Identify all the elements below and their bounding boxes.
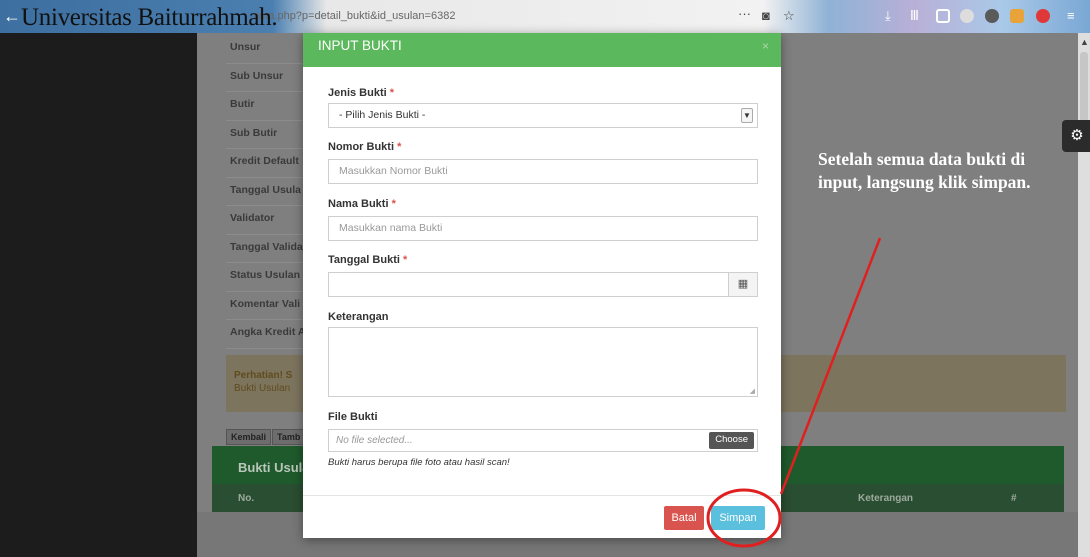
tanggal-bukti-label: Tanggal Bukti * bbox=[328, 254, 407, 266]
file-bukti-input[interactable]: No file selected... Choose bbox=[328, 429, 758, 452]
resize-handle-icon[interactable]: ◢ bbox=[750, 387, 755, 395]
info-label: Validator bbox=[226, 206, 306, 235]
bookmark-star-icon[interactable]: ☆ bbox=[783, 8, 795, 23]
nama-bukti-label: Nama Bukti * bbox=[328, 198, 396, 210]
modal-title: INPUT BUKTI bbox=[318, 38, 402, 53]
choose-file-button[interactable]: Choose bbox=[709, 432, 754, 449]
instruction-note: Setelah semua data bukti di input, langs… bbox=[818, 149, 1031, 192]
pocket-icon[interactable]: ◙ bbox=[762, 8, 770, 23]
simpan-button[interactable]: Simpan bbox=[711, 506, 765, 530]
file-placeholder: No file selected... bbox=[336, 435, 413, 446]
batal-button[interactable]: Batal bbox=[664, 506, 704, 530]
download-icon[interactable]: ⤓ bbox=[885, 8, 891, 23]
back-arrow-icon[interactable]: ← bbox=[3, 7, 21, 25]
label-text: Nama Bukti bbox=[328, 198, 389, 210]
overlay-title: Universitas Baiturrahmah. bbox=[21, 4, 278, 31]
calendar-icon[interactable]: ▦ bbox=[728, 273, 757, 296]
table-title: Bukti Usula bbox=[238, 460, 310, 475]
select-value: - Pilih Jenis Bukti - bbox=[339, 109, 426, 121]
nama-bukti-input[interactable]: Masukkan nama Bukti bbox=[328, 216, 758, 241]
extension-icon[interactable] bbox=[985, 9, 999, 23]
column-actions: # bbox=[1011, 493, 1017, 504]
info-label: Sub Butir bbox=[226, 121, 306, 149]
label-text: Tanggal Bukti bbox=[328, 254, 400, 266]
chevron-down-icon: ▼ bbox=[741, 108, 753, 123]
menu-icon[interactable]: ≡ bbox=[1067, 8, 1075, 23]
page-actions-icon[interactable]: ··· bbox=[738, 6, 751, 21]
keterangan-textarea[interactable]: ◢ bbox=[328, 327, 758, 397]
url-bar[interactable]: ama.php?p=detail_bukti&id_usulan=6382 bbox=[253, 10, 455, 22]
info-label: Angka Kredit A bbox=[226, 320, 306, 349]
info-label: Status Usulan bbox=[226, 263, 306, 292]
scroll-thumb[interactable] bbox=[1080, 52, 1088, 122]
column-no: No. bbox=[238, 493, 255, 504]
tanggal-bukti-input[interactable]: ▦ bbox=[328, 272, 758, 297]
library-icon[interactable]: Ⅲ bbox=[910, 8, 919, 23]
required-mark: * bbox=[391, 198, 396, 210]
info-label: Komentar Vali bbox=[226, 292, 306, 320]
nomor-bukti-label: Nomor Bukti * bbox=[328, 141, 401, 153]
info-label: Tanggal Valida bbox=[226, 235, 306, 263]
file-bukti-label: File Bukti bbox=[328, 411, 378, 423]
extension-icon-2[interactable] bbox=[1010, 9, 1024, 23]
required-mark: * bbox=[402, 254, 408, 266]
info-label: Kredit Default bbox=[226, 149, 306, 178]
input-bukti-modal: INPUT BUKTI × Jenis Bukti * - Pilih Jeni… bbox=[303, 33, 781, 538]
left-sidebar bbox=[0, 33, 197, 557]
account-icon[interactable] bbox=[960, 9, 974, 23]
nomor-bukti-input[interactable]: Masukkan Nomor Bukti bbox=[328, 159, 758, 184]
sidebar-icon[interactable] bbox=[936, 9, 950, 23]
close-icon[interactable]: × bbox=[762, 39, 769, 53]
label-text: Nomor Bukti bbox=[328, 141, 394, 153]
label-text: Jenis Bukti bbox=[328, 87, 387, 99]
required-mark: * bbox=[397, 141, 402, 153]
modal-header: INPUT BUKTI × bbox=[303, 33, 781, 67]
file-help-text: Bukti harus berupa file foto atau hasil … bbox=[328, 457, 510, 468]
modal-footer-divider bbox=[303, 495, 781, 496]
tambah-button[interactable]: Tamb bbox=[272, 429, 306, 445]
kembali-button[interactable]: Kembali bbox=[226, 429, 272, 445]
ublock-icon[interactable] bbox=[1036, 9, 1050, 23]
keterangan-label: Keterangan bbox=[328, 311, 389, 323]
jenis-bukti-label: Jenis Bukti * bbox=[328, 87, 394, 99]
required-mark: * bbox=[389, 87, 395, 99]
info-label: Sub Unsur bbox=[226, 64, 306, 92]
scroll-up-icon[interactable]: ▲ bbox=[1080, 37, 1089, 47]
info-label: Tanggal Usula bbox=[226, 178, 306, 206]
jenis-bukti-select[interactable]: - Pilih Jenis Bukti - ▼ bbox=[328, 103, 758, 128]
info-label: Unsur bbox=[226, 35, 306, 64]
column-keterangan: Keterangan bbox=[858, 493, 914, 504]
info-label: Butir bbox=[226, 92, 306, 121]
